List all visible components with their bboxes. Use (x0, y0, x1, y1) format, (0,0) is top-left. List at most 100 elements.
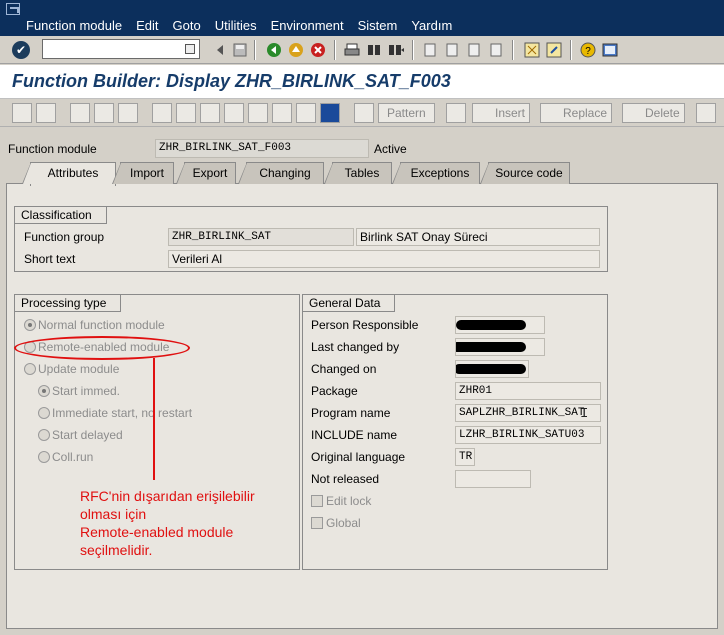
tab-attributes[interactable]: Attributes (22, 162, 116, 186)
help-icon[interactable]: ? (580, 42, 596, 58)
cancel-icon[interactable] (310, 42, 326, 58)
where-used-icon[interactable] (176, 103, 196, 123)
include-name-label: INCLUDE name (311, 428, 398, 442)
check-icon[interactable] (152, 103, 172, 123)
function-module-field[interactable]: ZHR_BIRLINK_SAT_F003 (155, 139, 369, 158)
last-changed-by-label: Last changed by (311, 340, 400, 354)
tab-changing-label: Changing (259, 166, 311, 180)
activate-icon[interactable] (118, 103, 138, 123)
menu-items: Function module Edit Goto Utilities Envi… (26, 18, 466, 33)
display-change-icon[interactable] (70, 103, 90, 123)
last-changed-by-field[interactable] (455, 338, 545, 356)
original-language-field[interactable]: TR (455, 448, 475, 466)
tab-tables[interactable]: Tables (324, 162, 392, 184)
other-object-icon[interactable] (94, 103, 114, 123)
tab-export[interactable]: Export (176, 162, 236, 184)
shortcut-icon[interactable] (546, 42, 562, 58)
layout-icon[interactable] (602, 42, 618, 58)
update-module-radio[interactable] (24, 363, 36, 375)
first-page-icon[interactable] (422, 42, 438, 58)
menu-environment[interactable]: Environment (271, 18, 344, 33)
system-menu-icon[interactable] (6, 3, 20, 15)
exit-icon[interactable] (288, 42, 304, 58)
package-field[interactable]: ZHR01 (455, 382, 601, 400)
coll-run-radio[interactable] (38, 451, 50, 463)
menu-function-module[interactable]: Function module (26, 18, 122, 33)
tab-exceptions-label: Exceptions (410, 166, 470, 180)
global-checkbox[interactable] (311, 517, 323, 529)
edit-lock-checkbox[interactable] (311, 495, 323, 507)
tab-changing[interactable]: Changing (238, 162, 324, 184)
start-immed-label: Start immed. (52, 384, 121, 398)
original-language-label: Original language (311, 450, 406, 464)
page-title: Function Builder: Display ZHR_BIRLINK_SA… (12, 71, 451, 91)
fullscreen-icon[interactable] (296, 103, 316, 123)
start-delayed-radio[interactable] (38, 429, 50, 441)
back-nav-icon[interactable] (12, 103, 32, 123)
next-page-icon[interactable] (466, 42, 482, 58)
short-text-field[interactable]: Verileri Al (168, 250, 600, 268)
program-name-label: Program name (311, 406, 391, 420)
menu-utilities[interactable]: Utilities (215, 18, 257, 33)
back-icon[interactable] (212, 42, 228, 58)
normal-module-radio[interactable] (24, 319, 36, 331)
annotation-line-2: olması için (80, 506, 147, 522)
svg-text:?: ? (585, 46, 591, 57)
print-icon[interactable] (344, 42, 360, 58)
function-group-description: Birlink SAT Onay Süreci (356, 228, 600, 246)
immediate-no-restart-radio[interactable] (38, 407, 50, 419)
tab-exceptions[interactable]: Exceptions (392, 162, 480, 184)
more-icon[interactable] (696, 103, 716, 123)
object-list-icon[interactable] (272, 103, 292, 123)
function-module-label: Function module (8, 142, 97, 156)
command-history-icon[interactable] (185, 44, 195, 54)
info-icon[interactable] (320, 103, 340, 123)
tab-source-code-label: Source code (495, 166, 563, 180)
breakpoint-icon[interactable] (354, 103, 374, 123)
not-released-field[interactable] (455, 470, 531, 488)
immediate-no-restart-label: Immediate start, no restart (52, 406, 193, 420)
menu-system[interactable]: Sistem (358, 18, 398, 33)
find-icon[interactable] (366, 42, 382, 58)
save-icon[interactable] (232, 42, 248, 58)
update-module-label: Update module (38, 362, 120, 376)
standard-toolbar: ✔ ? (0, 36, 724, 64)
redaction (456, 342, 526, 352)
general-data-title: General Data (302, 294, 396, 312)
command-field[interactable] (42, 39, 200, 59)
status-text: Active (374, 142, 407, 156)
last-page-icon[interactable] (488, 42, 504, 58)
test-icon[interactable] (200, 103, 220, 123)
function-group-field[interactable]: ZHR_BIRLINK_SAT (168, 228, 354, 246)
changed-on-field[interactable] (455, 360, 529, 378)
person-responsible-field[interactable] (455, 316, 545, 334)
annotation-line (153, 358, 155, 480)
menu-edit[interactable]: Edit (136, 18, 158, 33)
forward-nav-icon[interactable] (36, 103, 56, 123)
coll-run-label: Coll.run (52, 450, 94, 464)
tab-attributes-label: Attributes (47, 166, 99, 180)
include-name-field[interactable]: LZHR_BIRLINK_SATU03 (455, 426, 601, 444)
insert-button[interactable]: Insert (472, 103, 531, 123)
redaction (456, 364, 526, 374)
tab-source-code[interactable]: Source code (480, 162, 570, 184)
pretty-printer-icon[interactable] (446, 103, 466, 123)
pattern-button[interactable]: Pattern (378, 103, 435, 123)
hierarchy-icon[interactable] (248, 103, 268, 123)
not-released-label: Not released (311, 472, 380, 486)
navigate-icon[interactable] (224, 103, 244, 123)
enter-icon[interactable]: ✔ (12, 41, 30, 59)
start-immed-radio[interactable] (38, 385, 50, 397)
prev-page-icon[interactable] (444, 42, 460, 58)
replace-button[interactable]: Replace (540, 103, 613, 123)
new-session-icon[interactable] (524, 42, 540, 58)
back-arrow-icon[interactable] (266, 42, 282, 58)
annotation-line-4: seçilmelidir. (80, 542, 153, 558)
menu-goto[interactable]: Goto (173, 18, 201, 33)
menu-help[interactable]: Yardım (411, 18, 452, 33)
edit-lock-label: Edit lock (326, 494, 372, 508)
classification-title: Classification (14, 206, 107, 224)
find-next-icon[interactable] (388, 42, 404, 58)
delete-button[interactable]: Delete (622, 103, 685, 123)
tab-import[interactable]: Import (112, 162, 174, 184)
